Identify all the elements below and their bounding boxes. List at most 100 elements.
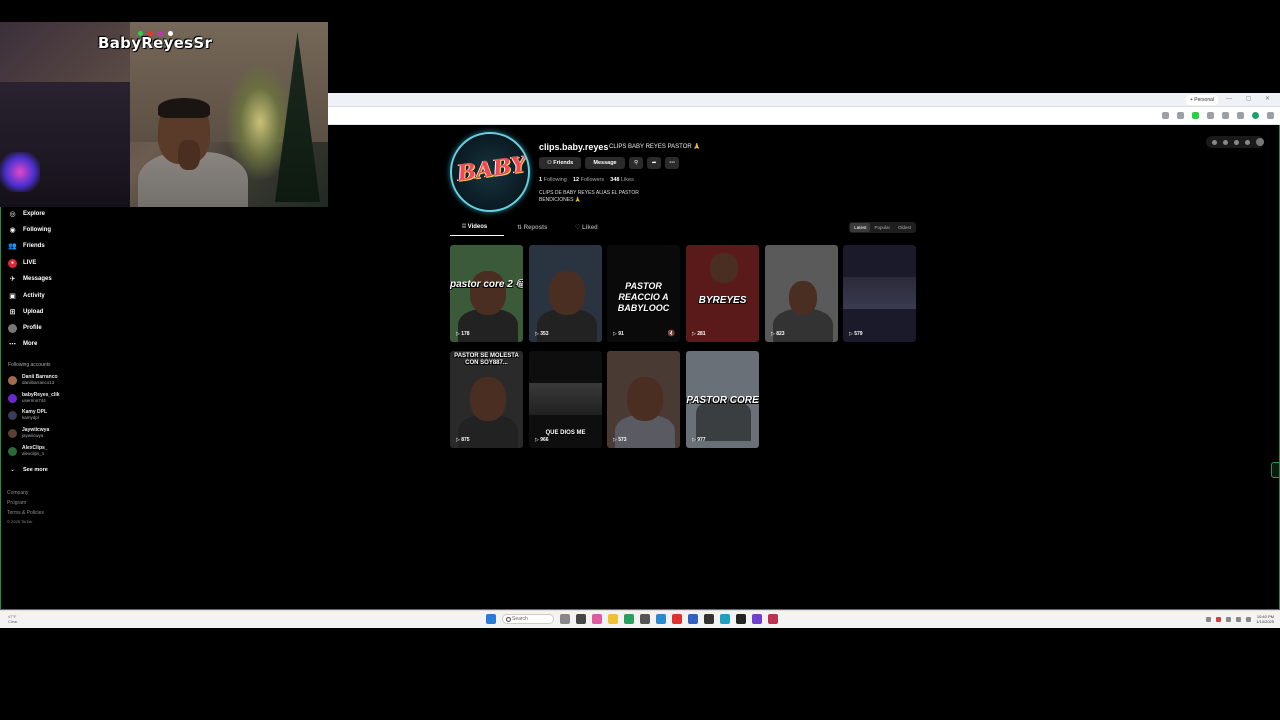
see-more-button[interactable]: ⌄ See more bbox=[8, 465, 47, 475]
widgets-icon[interactable] bbox=[560, 614, 570, 624]
page-tools bbox=[1206, 136, 1264, 148]
clock[interactable]: 10:40 PM 1/10/2025 bbox=[1256, 614, 1274, 624]
menu-icon[interactable] bbox=[1245, 139, 1250, 145]
sidebar-item-profile[interactable]: Profile bbox=[8, 323, 42, 333]
star-icon[interactable] bbox=[1177, 112, 1184, 119]
tray-app-icon[interactable] bbox=[1216, 616, 1222, 622]
account-avatar-icon[interactable] bbox=[1252, 112, 1259, 119]
profile-bio: CLIPS DE BABY REYES ALIAS EL PASTOR BEND… bbox=[539, 190, 639, 203]
chevron-down-icon: ⌄ bbox=[10, 467, 15, 473]
active-tab-indicator bbox=[450, 235, 504, 236]
app-icon[interactable] bbox=[640, 614, 650, 624]
follow-icon[interactable]: ⚲ bbox=[629, 157, 643, 169]
folder-icon[interactable] bbox=[608, 614, 618, 624]
tab-reposts[interactable]: ⇅ Reposts bbox=[517, 224, 547, 231]
mobile-icon[interactable] bbox=[1223, 139, 1228, 145]
taskbar: 47°F Clear Search 10:40 PM 1/10/2025 bbox=[0, 610, 1280, 628]
following-account[interactable]: babyReyes_clik usernnn744 bbox=[8, 393, 60, 403]
start-icon[interactable] bbox=[486, 614, 496, 624]
following-account[interactable]: Kamy DPL kamydpl bbox=[8, 410, 47, 420]
taskbar-search[interactable]: Search bbox=[502, 614, 554, 624]
avatar bbox=[8, 428, 17, 438]
sidebar-icon[interactable] bbox=[1222, 112, 1229, 119]
notification-icon[interactable] bbox=[1234, 139, 1239, 145]
activity-icon: ▣ bbox=[9, 293, 16, 300]
tab-videos[interactable]: ⁞⁞ Videos bbox=[462, 224, 487, 230]
weather-widget[interactable]: 47°F Clear bbox=[8, 614, 18, 624]
side-panel-handle[interactable] bbox=[1271, 462, 1280, 478]
video-thumbnail[interactable]: ▷ 573 bbox=[607, 351, 680, 448]
profile-icon bbox=[8, 323, 17, 333]
youtube-icon[interactable] bbox=[672, 614, 682, 624]
taskbar-apps: Search bbox=[486, 614, 778, 624]
window-controls[interactable]: — ▢ ✕ bbox=[1226, 95, 1276, 102]
message-button[interactable]: Message bbox=[585, 157, 625, 169]
footer-terms[interactable]: Terms & Policies bbox=[7, 510, 44, 516]
sidebar-item-explore[interactable]: ◎ Explore bbox=[8, 209, 45, 219]
volume-icon[interactable] bbox=[1246, 616, 1252, 622]
obs-icon[interactable] bbox=[736, 614, 746, 624]
video-thumbnail[interactable]: PASTOR CORE ▷ 977 bbox=[686, 351, 759, 448]
repost-icon: ⇅ bbox=[517, 225, 524, 231]
download-icon[interactable] bbox=[1237, 112, 1244, 119]
share-icon[interactable]: ➦ bbox=[647, 157, 661, 169]
menu-icon[interactable] bbox=[1267, 112, 1274, 119]
discord-icon[interactable] bbox=[752, 614, 762, 624]
task-view-icon[interactable] bbox=[576, 614, 586, 624]
video-thumbnail[interactable]: PASTOR SE MOLESTA CON SOY887... ▷ 875 bbox=[450, 351, 523, 448]
app-icon[interactable] bbox=[768, 614, 778, 624]
steam-icon[interactable] bbox=[704, 614, 714, 624]
video-thumbnail[interactable]: ▷ 823 bbox=[765, 245, 838, 342]
sidebar-item-following[interactable]: ◉ Following bbox=[8, 225, 51, 235]
sidebar-item-live[interactable]: ● LIVE bbox=[8, 258, 36, 268]
app-icon[interactable] bbox=[720, 614, 730, 624]
extension-icon[interactable] bbox=[1162, 112, 1169, 119]
avatar bbox=[8, 446, 17, 456]
sort-popular[interactable]: Popular bbox=[870, 223, 894, 232]
avatar[interactable] bbox=[1256, 138, 1264, 146]
following-account[interactable]: Jaywiicwya jaywiicwya bbox=[8, 428, 49, 438]
video-thumbnail[interactable]: BYREYES ▷ 281 bbox=[686, 245, 759, 342]
chrome-icon[interactable] bbox=[624, 614, 634, 624]
chevron-up-icon[interactable] bbox=[1206, 616, 1212, 622]
extension-icon[interactable] bbox=[1207, 112, 1214, 119]
address-bar[interactable] bbox=[328, 107, 1280, 125]
sort-oldest[interactable]: Oldest bbox=[894, 223, 915, 232]
sidebar-item-activity[interactable]: ▣ Activity bbox=[8, 291, 45, 301]
system-tray: 10:40 PM 1/10/2025 bbox=[1206, 614, 1274, 624]
settings-icon[interactable] bbox=[1212, 139, 1217, 145]
video-thumbnail[interactable]: QUE DIOS ME ▷ 966 bbox=[529, 351, 602, 448]
wifi-icon[interactable] bbox=[1236, 616, 1242, 622]
app-icon[interactable] bbox=[592, 614, 602, 624]
app-icon[interactable] bbox=[688, 614, 698, 624]
stream-name: BabyReyesSr bbox=[98, 34, 213, 52]
profile-avatar[interactable]: BABY bbox=[450, 132, 530, 212]
sidebar-item-upload[interactable]: ⊞ Upload bbox=[8, 307, 44, 317]
more-options-icon[interactable]: ⋯ bbox=[665, 157, 679, 169]
video-thumbnail[interactable]: pastor core 2 😂 ▷ 178 bbox=[450, 245, 523, 342]
tray-app-icon[interactable] bbox=[1226, 616, 1232, 622]
profile-tab[interactable]: + Personal bbox=[1185, 95, 1218, 105]
sort-latest[interactable]: Latest bbox=[850, 223, 871, 232]
video-thumbnail[interactable]: PASTOR REACCIO A BABYLOOC ▷ 91 🔇 bbox=[607, 245, 680, 342]
video-thumbnail[interactable]: ▷ 579 bbox=[843, 245, 916, 342]
tiktok-sidebar: ◎ Explore ◉ Following 👥 Friends ● LIVE ✈ Mess… bbox=[0, 207, 100, 607]
compass-icon: ◎ bbox=[9, 211, 16, 218]
following-icon: ◉ bbox=[9, 227, 16, 234]
messages-icon: ✈ bbox=[9, 276, 16, 283]
following-account[interactable]: AlexClips_ alexclips_1 bbox=[8, 446, 48, 456]
upload-icon: ⊞ bbox=[9, 309, 16, 316]
mail-icon[interactable] bbox=[656, 614, 666, 624]
following-account[interactable]: Danii Barranco daniibarranco13 bbox=[8, 375, 58, 385]
tab-liked[interactable]: ♡ Liked bbox=[575, 224, 598, 231]
extension-icon[interactable] bbox=[1192, 112, 1199, 119]
sidebar-item-messages[interactable]: ✈ Messages bbox=[8, 274, 52, 284]
sidebar-item-more[interactable]: ⋯ More bbox=[8, 339, 37, 349]
sidebar-item-friends[interactable]: 👥 Friends bbox=[8, 241, 45, 251]
avatar bbox=[8, 393, 17, 403]
screen: BabyReyesSr + Personal — ▢ ✕ ◎ Explore ◉ F… bbox=[0, 0, 1280, 720]
footer-program[interactable]: Program bbox=[7, 500, 26, 506]
friends-button[interactable]: ⚇ Friends bbox=[539, 157, 581, 169]
video-thumbnail[interactable]: ▷ 353 bbox=[529, 245, 602, 342]
footer-company[interactable]: Company bbox=[7, 490, 28, 496]
